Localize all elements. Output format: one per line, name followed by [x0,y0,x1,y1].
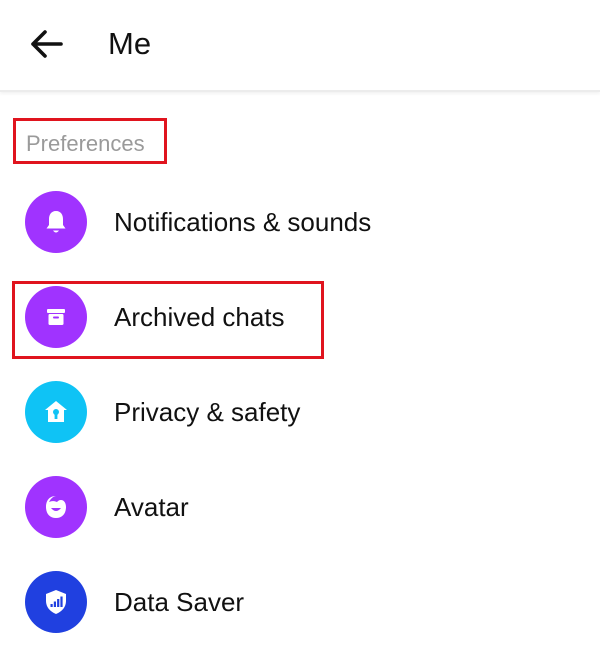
list-item-notifications-sounds[interactable]: Notifications & sounds [0,181,600,261]
shield-signal-icon [25,571,87,633]
section-label-preferences: Preferences [26,131,145,156]
page-title: Me [108,26,152,61]
list-item-label: Notifications & sounds [114,207,372,237]
bell-icon [25,191,87,253]
list-item-label: Privacy & safety [114,397,301,427]
arrow-left-icon [31,30,63,58]
list-item-archived-chats[interactable]: Archived chats [0,276,600,356]
avatar-face-icon [25,476,87,538]
list-item-label: Avatar [114,492,189,522]
list-item-label: Data Saver [114,587,245,617]
back-button[interactable] [22,22,70,66]
home-lock-icon [25,381,87,443]
top-app-bar: Me [0,0,600,92]
archive-icon [25,286,87,348]
list-item-label: Archived chats [114,302,285,332]
list-item-data-saver[interactable]: Data Saver [0,561,600,641]
list-item-avatar[interactable]: Avatar [0,466,600,546]
list-item-privacy-safety[interactable]: Privacy & safety [0,371,600,451]
